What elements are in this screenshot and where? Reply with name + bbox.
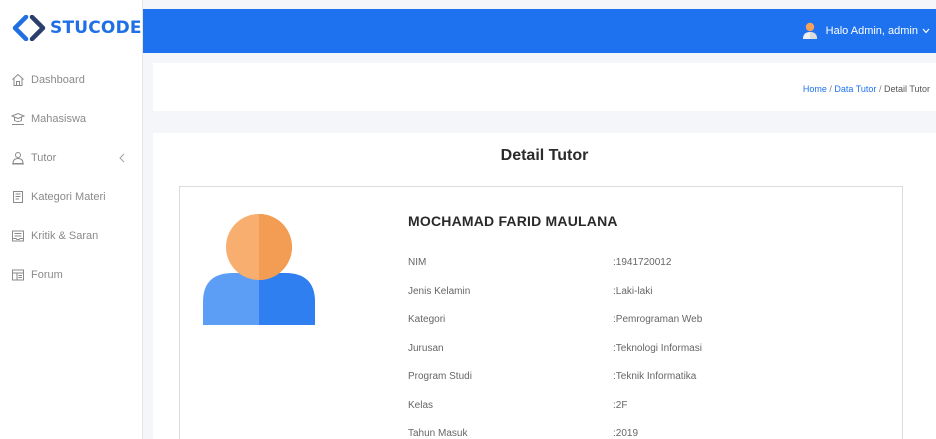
- detail-row: Tahun Masuk :2019: [408, 428, 888, 439]
- brand-name: STUCODE: [50, 18, 142, 38]
- field-value: :Teknik Informatika: [613, 371, 697, 382]
- breadcrumb-current: Detail Tutor: [883, 84, 930, 94]
- detail-row: Jenis Kelamin :Laki-laki: [408, 286, 888, 315]
- sidebar-item-label: Kritik & Saran: [31, 229, 99, 242]
- field-label: NIM: [408, 257, 427, 268]
- inbox-icon: [11, 229, 25, 243]
- detail-card: Detail Tutor MOCHAMAD FARID MAULANA NIM …: [153, 133, 936, 439]
- breadcrumb-home-link[interactable]: Home: [803, 84, 827, 94]
- tutor-icon: [11, 151, 25, 165]
- tutor-profile-panel: MOCHAMAD FARID MAULANA NIM :1941720012 J…: [179, 186, 903, 439]
- top-navbar: Halo Admin, admin: [143, 9, 936, 53]
- field-label: Kelas: [408, 399, 434, 411]
- detail-row: Kategori :Pemrograman Web: [408, 314, 888, 343]
- detail-row: Program Studi :Teknik Informatika: [408, 371, 888, 400]
- page-title: Detail Tutor: [500, 147, 589, 164]
- field-value: :2F: [613, 399, 628, 411]
- profile-avatar-icon: [203, 214, 315, 325]
- sidebar: STUCODE Dashboard Mahasiswa Tutor Katego…: [0, 0, 143, 439]
- forum-icon: [11, 268, 25, 282]
- breadcrumb-card: Home / Data Tutor / Detail Tutor: [153, 63, 936, 111]
- detail-row: Kelas :2F: [408, 400, 888, 429]
- field-value: :Teknologi Informasi: [613, 342, 702, 354]
- sidebar-item-label: Dashboard: [31, 73, 85, 86]
- sidebar-item-kategori-materi[interactable]: Kategori Materi: [0, 177, 142, 216]
- sidebar-item-label: Kategori Materi: [31, 190, 106, 203]
- sidebar-item-label: Mahasiswa: [31, 112, 87, 125]
- sidebar-item-label: Tutor: [31, 151, 57, 164]
- chevron-down-icon: [922, 28, 930, 34]
- sidebar-item-kritik-saran[interactable]: Kritik & Saran: [0, 216, 142, 255]
- home-icon: [11, 73, 25, 87]
- sidebar-item-dashboard[interactable]: Dashboard: [0, 60, 142, 99]
- chevron-left-icon: [119, 153, 125, 162]
- detail-row: Jurusan :Teknologi Informasi: [408, 343, 888, 372]
- detail-row: NIM :1941720012: [408, 257, 888, 286]
- field-label: Program Studi: [408, 371, 472, 382]
- students-icon: [11, 112, 25, 126]
- sidebar-nav: Dashboard Mahasiswa Tutor Kategori Mater…: [0, 60, 142, 294]
- sidebar-item-label: Forum: [31, 268, 63, 281]
- field-value: :2019: [613, 428, 639, 439]
- tutor-detail-list: NIM :1941720012 Jenis Kelamin :Laki-laki…: [408, 257, 888, 439]
- field-label: Jurusan: [408, 342, 444, 354]
- breadcrumb: Home / Data Tutor / Detail Tutor: [803, 84, 930, 94]
- user-menu[interactable]: Halo Admin, admin: [802, 9, 930, 53]
- user-avatar-icon: [802, 22, 817, 39]
- field-label: Kategori: [408, 314, 446, 325]
- field-value: :1941720012: [613, 257, 672, 268]
- user-greeting: Halo Admin, admin: [825, 25, 918, 37]
- book-icon: [11, 190, 25, 204]
- sidebar-item-tutor[interactable]: Tutor: [0, 138, 142, 177]
- breadcrumb-separator: /: [829, 84, 832, 94]
- field-label: Jenis Kelamin: [408, 285, 471, 297]
- sidebar-item-mahasiswa[interactable]: Mahasiswa: [0, 99, 142, 138]
- field-label: Tahun Masuk: [408, 428, 468, 439]
- breadcrumb-separator: /: [878, 84, 882, 94]
- brand-logo[interactable]: STUCODE: [0, 0, 142, 56]
- tutor-name: MOCHAMAD FARID MAULANA: [408, 213, 618, 229]
- breadcrumb-data-tutor-link[interactable]: Data Tutor: [834, 84, 876, 94]
- field-value: :Laki-laki: [613, 285, 653, 297]
- sidebar-item-forum[interactable]: Forum: [0, 255, 142, 294]
- code-logo-icon: [12, 15, 46, 41]
- field-value: :Pemrograman Web: [613, 314, 703, 325]
